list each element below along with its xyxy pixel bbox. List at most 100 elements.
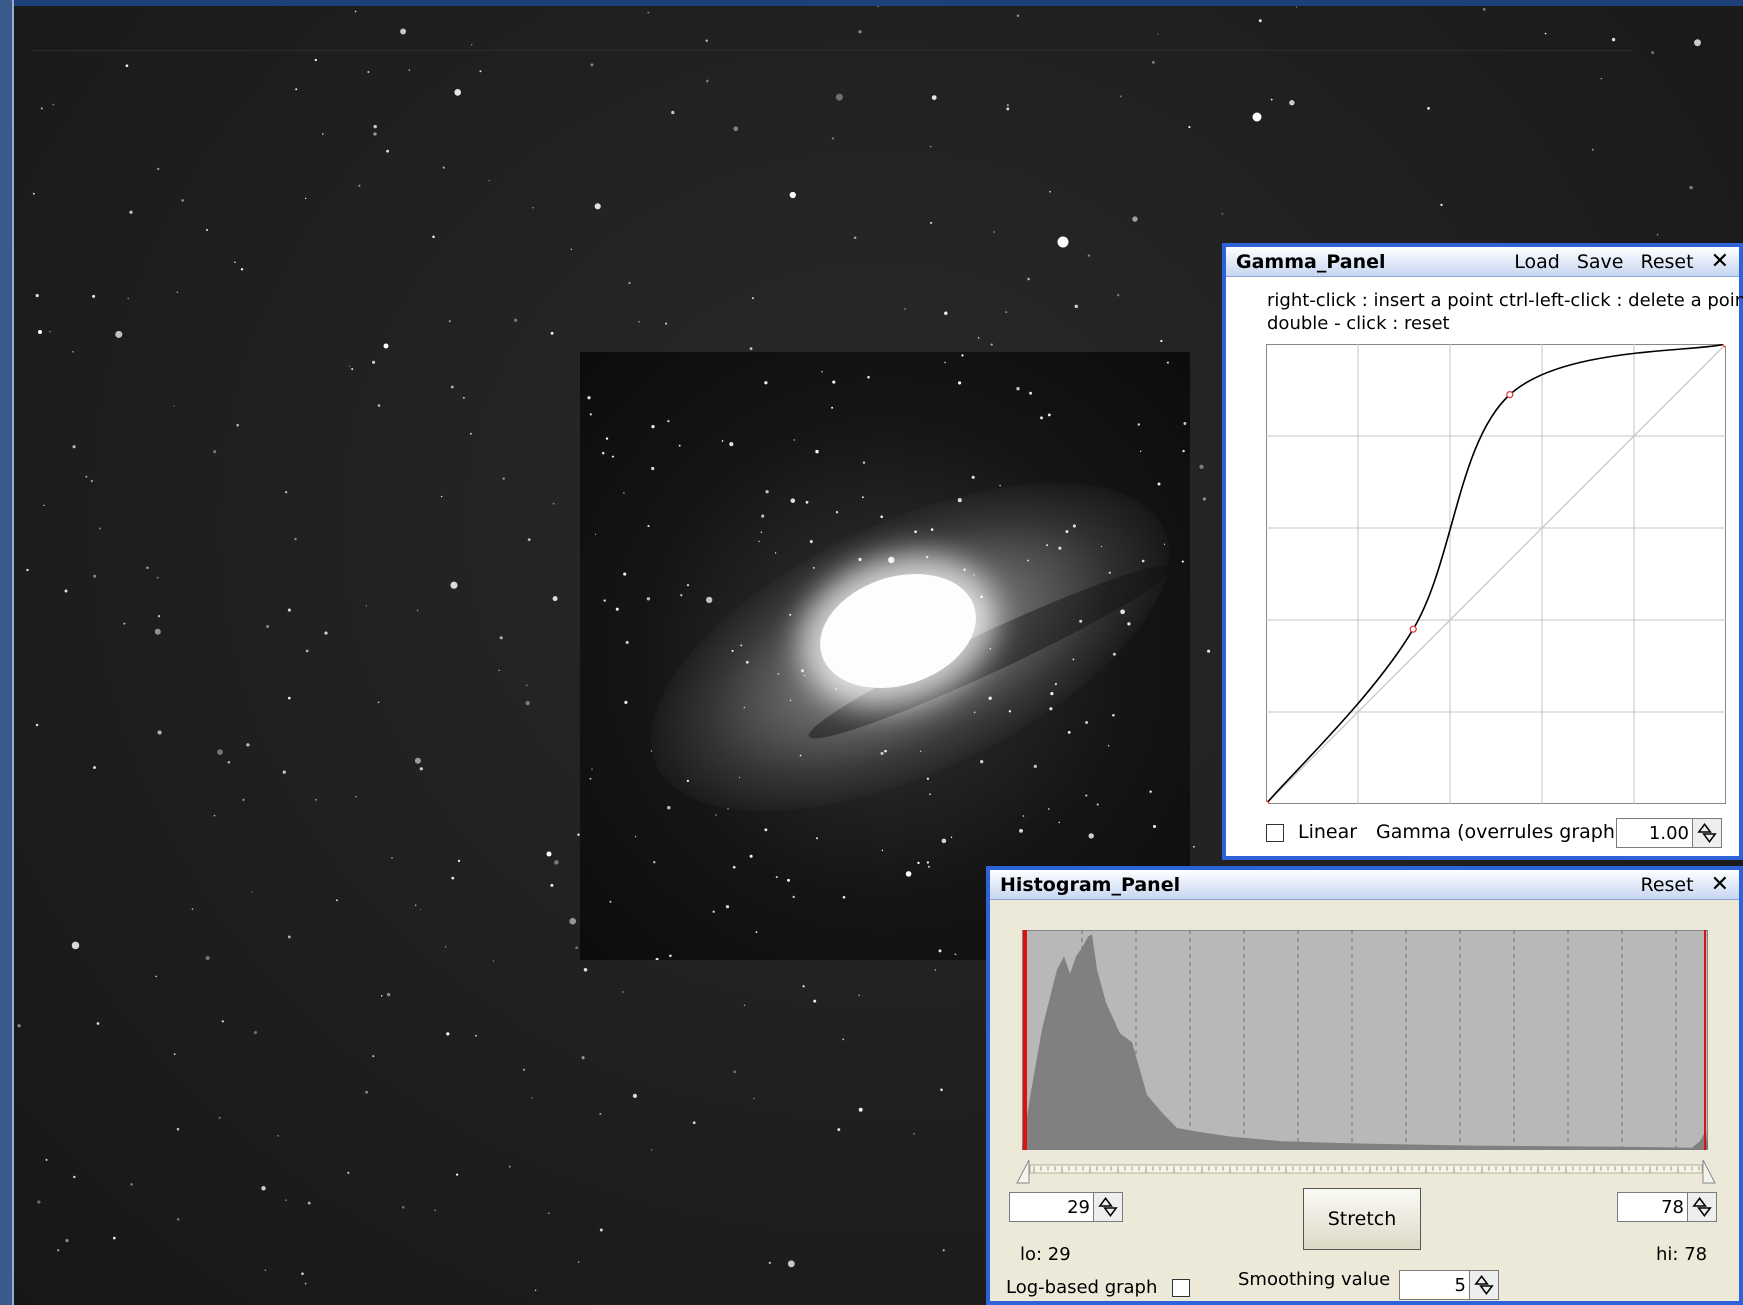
star: [191, 908, 194, 910]
hi-input[interactable]: [1618, 1193, 1688, 1221]
slider-right-thumb[interactable]: [1702, 1159, 1716, 1184]
star: [605, 437, 609, 440]
star: [401, 1205, 405, 1209]
star: [792, 895, 795, 899]
star: [836, 612, 839, 614]
star: [1221, 212, 1224, 215]
star: [1132, 216, 1138, 222]
star: [913, 1132, 916, 1135]
star: [881, 849, 884, 852]
star: [531, 1097, 533, 1099]
gamma-input[interactable]: [1617, 819, 1693, 847]
star: [552, 502, 555, 505]
gamma-save-button[interactable]: Save: [1577, 251, 1624, 273]
gamma-reset-button[interactable]: Reset: [1640, 251, 1693, 273]
star: [944, 361, 946, 364]
star: [622, 991, 624, 993]
lo-spinbox[interactable]: [1009, 1192, 1123, 1222]
star: [52, 103, 55, 106]
star: [971, 475, 975, 479]
star: [457, 859, 461, 863]
star: [1088, 833, 1094, 839]
star: [377, 404, 381, 407]
star: [355, 796, 357, 798]
star: [242, 798, 245, 801]
star: [892, 647, 895, 650]
star: [71, 941, 80, 950]
star: [284, 490, 288, 494]
gamma-hint-line-2: double - click : reset: [1267, 313, 1450, 334]
slider-track-icon[interactable]: [1016, 1154, 1716, 1184]
bright-star: [38, 330, 42, 334]
star: [115, 330, 123, 338]
star: [532, 207, 534, 209]
log-graph-checkbox[interactable]: [1172, 1279, 1190, 1297]
bright-star: [383, 343, 389, 349]
smoothing-spinbox[interactable]: [1399, 1270, 1499, 1300]
spinner-arrows-icon[interactable]: [1469, 1271, 1498, 1299]
star: [919, 750, 922, 752]
smoothing-input[interactable]: [1400, 1271, 1470, 1299]
star: [812, 567, 815, 569]
star: [831, 137, 834, 140]
hi-spinbox[interactable]: [1617, 1192, 1717, 1222]
spinner-arrows-icon[interactable]: [1692, 819, 1721, 847]
star: [905, 871, 912, 877]
star: [17, 1024, 21, 1028]
star: [146, 566, 149, 570]
star: [865, 648, 869, 652]
star: [715, 814, 717, 816]
star: [1050, 692, 1054, 696]
star: [615, 607, 619, 611]
gamma-panel-titlebar[interactable]: Gamma_Panel Load Save Reset ✕: [1226, 247, 1739, 277]
spinner-arrows-icon[interactable]: [1687, 1193, 1716, 1221]
star: [1065, 530, 1069, 534]
star: [1119, 95, 1122, 98]
star: [733, 1070, 737, 1074]
gamma-curve-graph[interactable]: [1266, 344, 1726, 804]
star: [73, 1175, 76, 1179]
lo-input[interactable]: [1010, 1193, 1094, 1221]
star: [227, 760, 231, 764]
close-icon[interactable]: ✕: [1711, 872, 1729, 897]
star: [527, 538, 531, 542]
window-left-border: [0, 0, 14, 1305]
gamma-control-point[interactable]: [1506, 390, 1514, 399]
star: [1199, 464, 1204, 469]
star: [354, 10, 357, 13]
star: [462, 396, 465, 399]
close-icon[interactable]: ✕: [1711, 249, 1729, 274]
star: [831, 406, 834, 409]
star: [842, 1038, 845, 1041]
star: [601, 451, 605, 455]
star: [999, 484, 1001, 487]
star: [1289, 100, 1295, 106]
star: [961, 354, 964, 357]
star: [93, 766, 96, 769]
star: [37, 1200, 41, 1204]
star: [92, 294, 96, 298]
star: [603, 599, 606, 602]
stretch-button[interactable]: Stretch: [1303, 1188, 1421, 1250]
star: [665, 322, 668, 325]
spinner-arrows-icon[interactable]: [1093, 1193, 1122, 1221]
star: [577, 1261, 580, 1263]
star: [221, 1020, 224, 1023]
slider-left-thumb[interactable]: [1016, 1159, 1030, 1184]
star: [581, 1056, 585, 1060]
linear-checkbox[interactable]: [1266, 824, 1284, 842]
gamma-spinbox[interactable]: [1616, 818, 1722, 848]
star: [1427, 107, 1430, 110]
histogram-graph[interactable]: [1022, 930, 1708, 1150]
gamma-load-button[interactable]: Load: [1514, 251, 1560, 273]
histogram-panel-titlebar[interactable]: Histogram_Panel Reset ✕: [990, 870, 1739, 900]
histogram-reset-button[interactable]: Reset: [1640, 874, 1693, 896]
star: [85, 475, 88, 478]
star: [261, 1186, 266, 1191]
star: [632, 1093, 638, 1099]
star: [213, 814, 216, 817]
star: [963, 568, 966, 571]
star: [322, 133, 324, 135]
star: [751, 297, 754, 300]
gamma-control-point[interactable]: [1409, 625, 1417, 633]
